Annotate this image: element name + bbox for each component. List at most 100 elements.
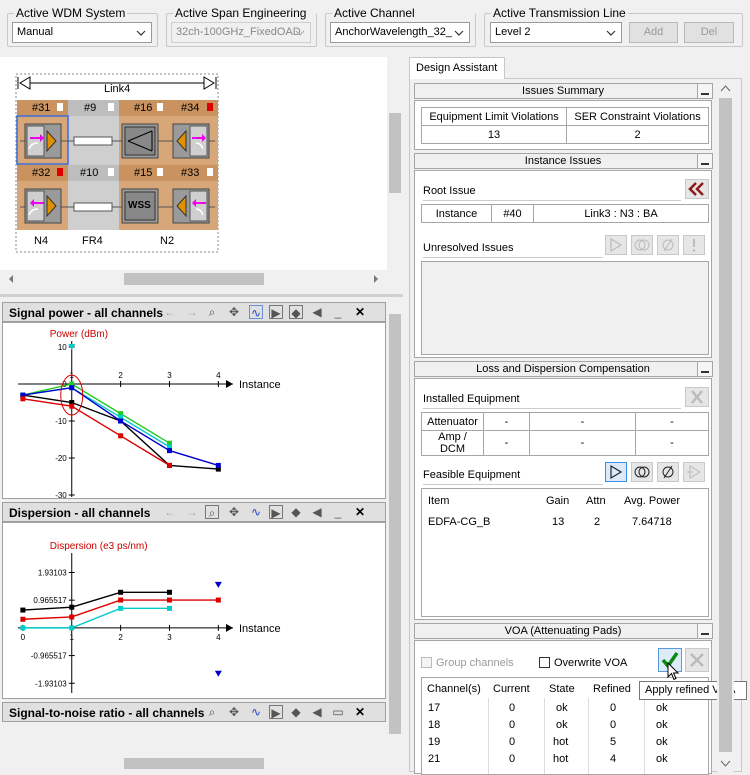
table-row[interactable]: 21 0 hot 4 ok (422, 751, 708, 768)
feasible-list[interactable]: Item Gain Attn Avg. Power EDFA-CG_B 13 2… (421, 488, 709, 617)
scrollbar-thumb[interactable] (719, 98, 732, 752)
line-mode-icon[interactable]: ∿ (249, 705, 263, 719)
null-filter-button[interactable] (657, 235, 679, 255)
zoom-icon[interactable]: ⌕ (205, 705, 219, 719)
charts-vscroll[interactable] (387, 300, 403, 755)
close-icon[interactable]: ✕ (353, 305, 367, 319)
back-arrow-icon[interactable]: ← (163, 305, 177, 319)
dispersion-chart: Dispersion (e3 ps/nm) Instance 1.93103 0.96… (2, 522, 386, 699)
list-item[interactable]: EDFA-CG_B 13 2 7.64718 (422, 513, 708, 531)
step-back-icon[interactable]: ◀ (310, 305, 324, 319)
root-issue-table: Instance #40 Link3 : N3 : BA (421, 204, 709, 223)
item-power: 7.64718 (632, 516, 672, 528)
y-tick-label: -1.93103 (35, 679, 67, 688)
minimize-icon[interactable]: _ (331, 305, 345, 319)
step-both-icon[interactable]: ◆ (289, 305, 303, 320)
step-forward-icon[interactable]: ▶ (269, 505, 283, 520)
restore-icon[interactable]: ▭ (331, 705, 345, 719)
minimize-icon[interactable]: _ (331, 505, 345, 519)
step-both-icon[interactable]: ◆ (289, 505, 303, 519)
amplifier-icon[interactable] (172, 123, 210, 159)
forward-arrow-icon[interactable]: → (185, 705, 199, 719)
voa-section: Group channels Overwrite VOA Channel(s) … (414, 640, 712, 775)
table-row[interactable]: 17 0 ok 0 ok (422, 700, 708, 717)
step-back-icon[interactable]: ◀ (310, 705, 324, 719)
remove-equipment-button[interactable] (685, 387, 709, 407)
transmission-select[interactable]: Level 2 (490, 22, 622, 43)
back-arrow-icon[interactable]: ← (163, 505, 177, 519)
amp-filter-button[interactable] (605, 235, 627, 255)
line-mode-icon[interactable]: ∿ (249, 505, 263, 519)
charts-hscroll[interactable] (0, 755, 403, 772)
amp-filter-button[interactable] (605, 462, 627, 482)
back-to-root-button[interactable] (685, 179, 709, 199)
close-icon[interactable]: ✕ (353, 705, 367, 719)
close-icon[interactable]: ✕ (353, 505, 367, 519)
table-row[interactable]: Attenuator - - - (421, 412, 709, 431)
back-arrow-icon[interactable]: ← (163, 705, 177, 719)
pan-icon[interactable]: ✥ (227, 305, 241, 319)
install-button[interactable] (683, 462, 705, 482)
minimize-icon[interactable] (697, 83, 713, 99)
del-button[interactable]: Del (684, 22, 734, 43)
pan-icon[interactable]: ✥ (227, 505, 241, 519)
summary-value: 13 (420, 125, 568, 144)
cell-refined: 0 (610, 719, 617, 731)
cell-current: 0 (509, 736, 516, 748)
instance-link[interactable]: Link3 : N3 : BA (533, 204, 709, 223)
span-select[interactable]: 32ch-100GHz_FixedOAD (171, 22, 311, 43)
x-axis-arrow (226, 380, 233, 388)
minimize-icon[interactable] (697, 361, 713, 377)
step-forward-icon[interactable]: ▶ (269, 705, 283, 720)
line-mode-icon[interactable]: ∿ (249, 305, 263, 320)
minimize-icon[interactable] (697, 153, 713, 169)
wdm-select[interactable]: Manual (12, 22, 152, 43)
forward-arrow-icon[interactable]: → (185, 505, 199, 519)
issues-summary-table: Equipment Limit Violations SER Constrain… (420, 107, 709, 144)
cell-current: 0 (509, 702, 516, 714)
assistant-vscroll[interactable] (717, 80, 734, 772)
channel-select[interactable]: AnchorWavelength_32_ (330, 22, 470, 43)
table-row[interactable]: 18 0 ok 0 ok (422, 717, 708, 734)
cell: - (483, 412, 530, 431)
step-both-icon[interactable]: ◆ (289, 705, 303, 719)
table-row[interactable]: 19 0 hot 5 ok (422, 734, 708, 751)
step-forward-icon[interactable]: ▶ (269, 305, 283, 320)
overwrite-voa-checkbox[interactable] (539, 657, 550, 668)
scroll-down-icon[interactable] (720, 760, 731, 768)
minimize-icon[interactable] (697, 623, 713, 639)
cancel-voa-button[interactable] (685, 648, 709, 672)
zoom-icon[interactable]: ⌕ (205, 305, 219, 319)
x-tick-label: 3 (167, 633, 172, 642)
double-left-arrow-icon (688, 182, 704, 196)
diagram-vscroll[interactable] (387, 57, 403, 270)
warning-filter-button[interactable] (683, 235, 705, 255)
splitter-icon[interactable] (121, 123, 159, 159)
y-axis-label: Power (dBm) (50, 329, 108, 340)
data-point (69, 385, 75, 391)
add-button[interactable]: Add (629, 22, 678, 43)
col-header: Gain (546, 495, 570, 507)
fiber-filter-button[interactable] (631, 235, 653, 255)
step-back-icon[interactable]: ◀ (310, 505, 324, 519)
fiber-filter-button[interactable] (631, 462, 653, 482)
data-point (215, 462, 221, 468)
zoom-icon[interactable]: ⌕ (205, 505, 219, 520)
scroll-up-icon[interactable] (720, 84, 731, 92)
scrollbar-thumb[interactable] (124, 758, 264, 769)
instance-id[interactable]: #40 (491, 204, 534, 223)
tab-design-assistant[interactable]: Design Assistant (409, 57, 505, 79)
amplifier-icon[interactable] (24, 188, 62, 224)
scrollbar-thumb[interactable] (389, 314, 401, 734)
amplifier-icon[interactable] (24, 123, 62, 159)
issues-summary-header: Issues Summary (414, 83, 712, 99)
scrollbar-thumb[interactable] (389, 113, 401, 193)
pan-icon[interactable]: ✥ (227, 705, 241, 719)
splitter[interactable] (0, 294, 403, 297)
forward-arrow-icon[interactable]: → (185, 305, 199, 319)
amplifier-icon[interactable] (172, 188, 210, 224)
unresolved-list[interactable] (421, 261, 709, 355)
group-channels-checkbox[interactable] (421, 657, 432, 668)
null-filter-button[interactable] (657, 462, 679, 482)
table-row[interactable]: Amp / DCM - - - (421, 430, 709, 456)
